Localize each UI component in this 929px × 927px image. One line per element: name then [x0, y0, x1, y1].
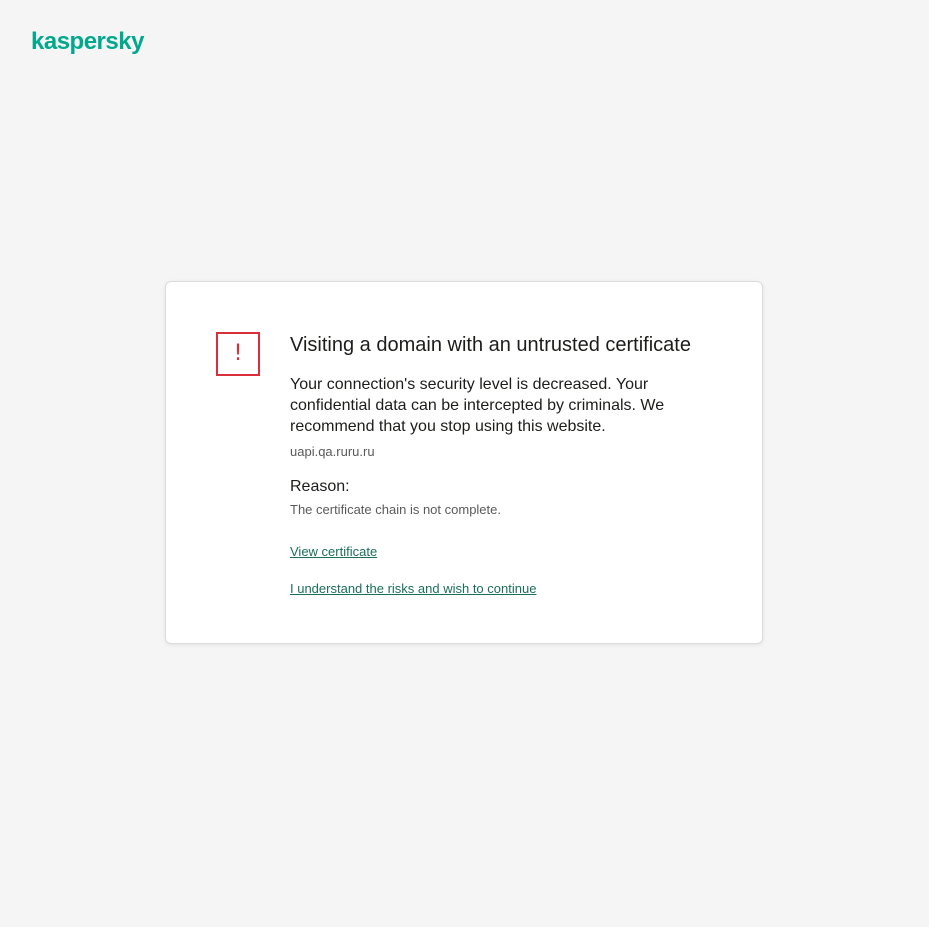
warning-description: Your connection's security level is decr… [290, 376, 665, 435]
reason-label: Reason: [290, 478, 350, 495]
blocked-domain: uapi.qa.ruru.ru [290, 444, 375, 459]
exclamation-glyph: ! [233, 341, 243, 366]
reason-text: The certificate chain is not complete. [290, 502, 501, 517]
exclamation-icon: ! [216, 332, 260, 376]
warning-card: ! Visiting a domain with an untrusted ce… [165, 281, 763, 644]
warning-title: Visiting a domain with an untrusted cert… [290, 334, 691, 356]
view-certificate-link[interactable]: View certificate [290, 544, 377, 559]
continue-anyway-link[interactable]: I understand the risks and wish to conti… [290, 581, 536, 596]
warning-content: Visiting a domain with an untrusted cert… [290, 332, 730, 598]
kaspersky-logo: kaspersky [31, 28, 144, 55]
